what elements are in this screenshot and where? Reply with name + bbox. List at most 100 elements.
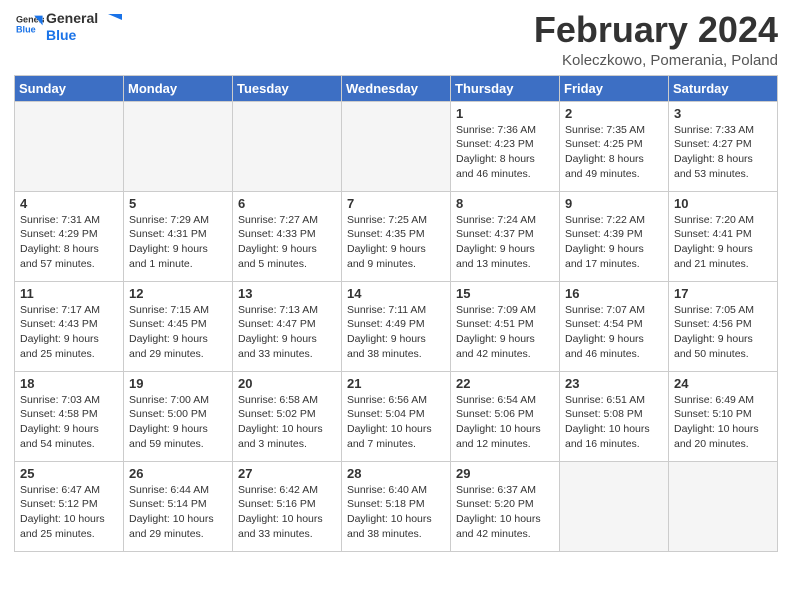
cell-info-text: Sunrise: 7:36 AM Sunset: 4:23 PM Dayligh… xyxy=(456,123,554,182)
calendar-cell: 8Sunrise: 7:24 AM Sunset: 4:37 PM Daylig… xyxy=(451,191,560,281)
calendar-cell: 22Sunrise: 6:54 AM Sunset: 5:06 PM Dayli… xyxy=(451,371,560,461)
calendar-cell xyxy=(560,461,669,551)
calendar-week-3: 11 Sunrise: 7:17 AM Sunset: 4:43 PM Dayli… xyxy=(15,281,778,371)
calendar-cell: 5Sunrise: 7:29 AM Sunset: 4:31 PM Daylig… xyxy=(124,191,233,281)
calendar-cell: 21 Sunrise: 6:56 AM Sunset: 5:04 PM Dayli… xyxy=(342,371,451,461)
cell-info-text: Sunrise: 6:56 AM Sunset: 5:04 PM Dayligh… xyxy=(347,393,445,452)
cell-info-text: Sunrise: 6:54 AM Sunset: 5:06 PM Dayligh… xyxy=(456,393,554,452)
calendar-cell: 23 Sunrise: 6:51 AM Sunset: 5:08 PM Dayli… xyxy=(560,371,669,461)
cell-day-number: 10 xyxy=(674,196,772,211)
cell-info-text: Sunrise: 7:00 AM Sunset: 5:00 PM Dayligh… xyxy=(129,393,227,452)
cell-info-text: Sunrise: 6:51 AM Sunset: 5:08 PM Dayligh… xyxy=(565,393,663,452)
calendar-cell xyxy=(124,101,233,191)
title-block: February 2024 Koleczkowo, Pomerania, Pol… xyxy=(534,10,778,69)
calendar-week-2: 4 Sunrise: 7:31 AM Sunset: 4:29 PM Daylig… xyxy=(15,191,778,281)
svg-text:Blue: Blue xyxy=(16,25,36,35)
cell-info-text: Sunrise: 7:09 AM Sunset: 4:51 PM Dayligh… xyxy=(456,303,554,362)
calendar-cell: 28 Sunrise: 6:40 AM Sunset: 5:18 PM Dayli… xyxy=(342,461,451,551)
calendar-cell: 9 Sunrise: 7:22 AM Sunset: 4:39 PM Daylig… xyxy=(560,191,669,281)
cell-info-text: Sunrise: 6:58 AM Sunset: 5:02 PM Dayligh… xyxy=(238,393,336,452)
logo-blue-text: Blue xyxy=(46,27,98,44)
cell-info-text: Sunrise: 7:27 AM Sunset: 4:33 PM Dayligh… xyxy=(238,213,336,272)
cell-day-number: 28 xyxy=(347,466,445,481)
logo: General Blue General Blue xyxy=(14,10,122,44)
weekday-header-friday: Friday xyxy=(560,75,669,101)
calendar-cell: 3 Sunrise: 7:33 AM Sunset: 4:27 PM Daylig… xyxy=(669,101,778,191)
cell-day-number: 14 xyxy=(347,286,445,301)
cell-info-text: Sunrise: 7:11 AM Sunset: 4:49 PM Dayligh… xyxy=(347,303,445,362)
cell-day-number: 13 xyxy=(238,286,336,301)
calendar-subtitle: Koleczkowo, Pomerania, Poland xyxy=(534,52,778,69)
cell-day-number: 17 xyxy=(674,286,772,301)
calendar-table: SundayMondayTuesdayWednesdayThursdayFrid… xyxy=(14,75,778,552)
cell-day-number: 12 xyxy=(129,286,227,301)
cell-info-text: Sunrise: 7:25 AM Sunset: 4:35 PM Dayligh… xyxy=(347,213,445,272)
weekday-header-monday: Monday xyxy=(124,75,233,101)
cell-day-number: 1 xyxy=(456,106,554,121)
cell-info-text: Sunrise: 7:07 AM Sunset: 4:54 PM Dayligh… xyxy=(565,303,663,362)
cell-day-number: 9 xyxy=(565,196,663,211)
calendar-cell xyxy=(669,461,778,551)
cell-day-number: 2 xyxy=(565,106,663,121)
cell-info-text: Sunrise: 7:24 AM Sunset: 4:37 PM Dayligh… xyxy=(456,213,554,272)
cell-day-number: 3 xyxy=(674,106,772,121)
calendar-cell: 29 Sunrise: 6:37 AM Sunset: 5:20 PM Dayli… xyxy=(451,461,560,551)
cell-day-number: 24 xyxy=(674,376,772,391)
cell-day-number: 6 xyxy=(238,196,336,211)
cell-info-text: Sunrise: 6:40 AM Sunset: 5:18 PM Dayligh… xyxy=(347,483,445,542)
cell-info-text: Sunrise: 7:22 AM Sunset: 4:39 PM Dayligh… xyxy=(565,213,663,272)
calendar-cell: 20 Sunrise: 6:58 AM Sunset: 5:02 PM Dayli… xyxy=(233,371,342,461)
cell-day-number: 19 xyxy=(129,376,227,391)
weekday-header-tuesday: Tuesday xyxy=(233,75,342,101)
cell-info-text: Sunrise: 7:33 AM Sunset: 4:27 PM Dayligh… xyxy=(674,123,772,182)
cell-info-text: Sunrise: 6:37 AM Sunset: 5:20 PM Dayligh… xyxy=(456,483,554,542)
cell-info-text: Sunrise: 7:31 AM Sunset: 4:29 PM Dayligh… xyxy=(20,213,118,272)
calendar-cell: 24Sunrise: 6:49 AM Sunset: 5:10 PM Dayli… xyxy=(669,371,778,461)
calendar-cell: 6 Sunrise: 7:27 AM Sunset: 4:33 PM Daylig… xyxy=(233,191,342,281)
calendar-title: February 2024 xyxy=(534,10,778,50)
cell-day-number: 16 xyxy=(565,286,663,301)
calendar-cell: 17Sunrise: 7:05 AM Sunset: 4:56 PM Dayli… xyxy=(669,281,778,371)
cell-day-number: 25 xyxy=(20,466,118,481)
cell-day-number: 29 xyxy=(456,466,554,481)
calendar-cell: 18 Sunrise: 7:03 AM Sunset: 4:58 PM Dayli… xyxy=(15,371,124,461)
cell-day-number: 20 xyxy=(238,376,336,391)
logo-general-text: General xyxy=(46,10,98,27)
calendar-cell: 19 Sunrise: 7:00 AM Sunset: 5:00 PM Dayli… xyxy=(124,371,233,461)
cell-info-text: Sunrise: 7:35 AM Sunset: 4:25 PM Dayligh… xyxy=(565,123,663,182)
calendar-cell: 16 Sunrise: 7:07 AM Sunset: 4:54 PM Dayli… xyxy=(560,281,669,371)
calendar-cell: 4 Sunrise: 7:31 AM Sunset: 4:29 PM Daylig… xyxy=(15,191,124,281)
calendar-week-1: 1 Sunrise: 7:36 AM Sunset: 4:23 PM Daylig… xyxy=(15,101,778,191)
weekday-header-wednesday: Wednesday xyxy=(342,75,451,101)
calendar-cell: 14 Sunrise: 7:11 AM Sunset: 4:49 PM Dayli… xyxy=(342,281,451,371)
logo-icon xyxy=(100,12,122,34)
weekday-header-saturday: Saturday xyxy=(669,75,778,101)
cell-day-number: 27 xyxy=(238,466,336,481)
calendar-cell: 11 Sunrise: 7:17 AM Sunset: 4:43 PM Dayli… xyxy=(15,281,124,371)
cell-day-number: 11 xyxy=(20,286,118,301)
cell-day-number: 26 xyxy=(129,466,227,481)
cell-day-number: 4 xyxy=(20,196,118,211)
cell-info-text: Sunrise: 7:17 AM Sunset: 4:43 PM Dayligh… xyxy=(20,303,118,362)
calendar-cell xyxy=(233,101,342,191)
cell-day-number: 5 xyxy=(129,196,227,211)
calendar-week-5: 25 Sunrise: 6:47 AM Sunset: 5:12 PM Dayli… xyxy=(15,461,778,551)
cell-info-text: Sunrise: 7:03 AM Sunset: 4:58 PM Dayligh… xyxy=(20,393,118,452)
cell-info-text: Sunrise: 6:47 AM Sunset: 5:12 PM Dayligh… xyxy=(20,483,118,542)
calendar-cell: 13Sunrise: 7:13 AM Sunset: 4:47 PM Dayli… xyxy=(233,281,342,371)
calendar-cell: 15 Sunrise: 7:09 AM Sunset: 4:51 PM Dayli… xyxy=(451,281,560,371)
cell-info-text: Sunrise: 6:44 AM Sunset: 5:14 PM Dayligh… xyxy=(129,483,227,542)
cell-day-number: 18 xyxy=(20,376,118,391)
calendar-cell: 26 Sunrise: 6:44 AM Sunset: 5:14 PM Dayli… xyxy=(124,461,233,551)
calendar-header-row: SundayMondayTuesdayWednesdayThursdayFrid… xyxy=(15,75,778,101)
calendar-week-4: 18 Sunrise: 7:03 AM Sunset: 4:58 PM Dayli… xyxy=(15,371,778,461)
calendar-cell: 12 Sunrise: 7:15 AM Sunset: 4:45 PM Dayli… xyxy=(124,281,233,371)
weekday-header-sunday: Sunday xyxy=(15,75,124,101)
cell-info-text: Sunrise: 7:15 AM Sunset: 4:45 PM Dayligh… xyxy=(129,303,227,362)
cell-day-number: 7 xyxy=(347,196,445,211)
cell-day-number: 23 xyxy=(565,376,663,391)
cell-day-number: 15 xyxy=(456,286,554,301)
calendar-cell: 25 Sunrise: 6:47 AM Sunset: 5:12 PM Dayli… xyxy=(15,461,124,551)
calendar-cell: 27Sunrise: 6:42 AM Sunset: 5:16 PM Dayli… xyxy=(233,461,342,551)
cell-day-number: 21 xyxy=(347,376,445,391)
